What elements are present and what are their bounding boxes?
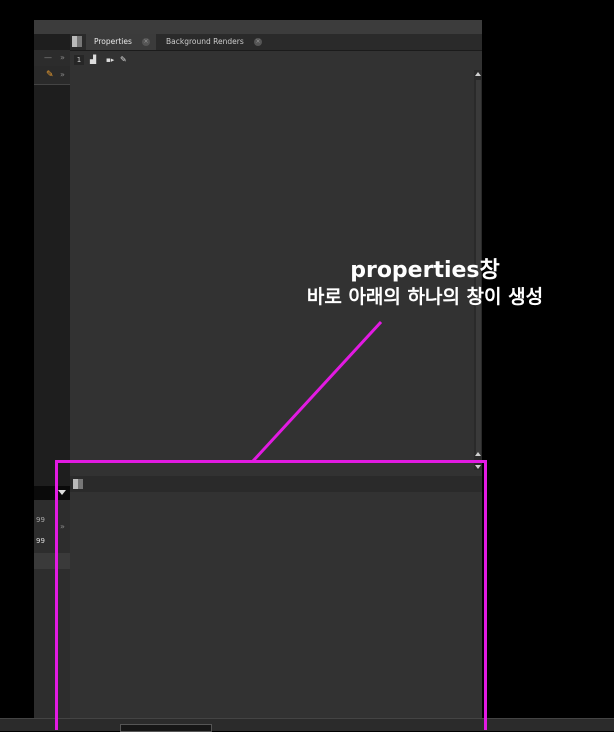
annotation-text: properties창 바로 아래의 하나의 창이 생성 — [240, 258, 610, 310]
annotation-line-1: properties창 — [350, 258, 500, 283]
annotation-pointer-line — [251, 320, 383, 463]
annotation-line-2: 바로 아래의 하나의 창이 생성 — [306, 286, 544, 308]
